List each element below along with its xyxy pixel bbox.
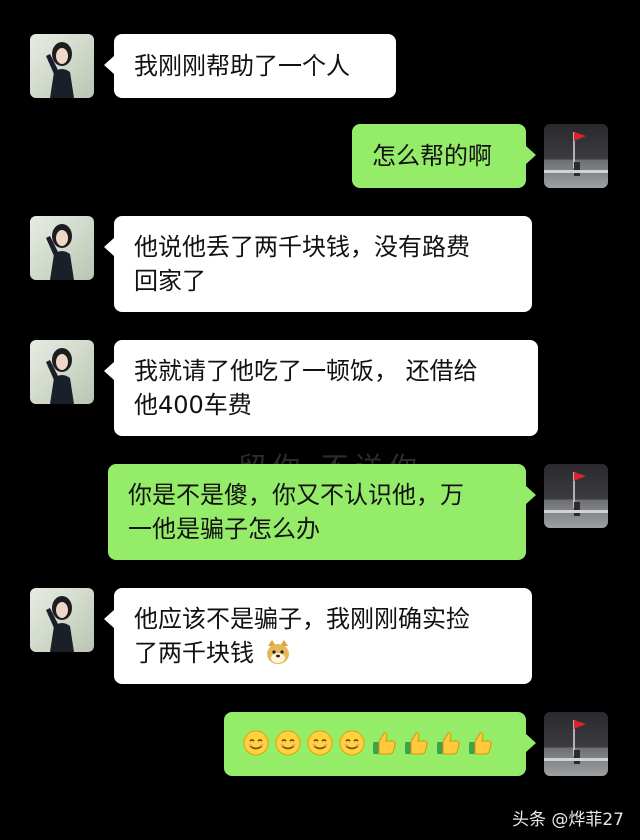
message-bubble-incoming[interactable]: 他应该不是骗子，我刚刚确实捡 了两千块钱 <box>104 588 532 684</box>
person-avatar-icon <box>46 348 74 404</box>
self-avatar[interactable] <box>544 464 608 528</box>
message-text: 你是不是傻，你又不认识他，万 一他是骗子怎么办 <box>128 481 464 543</box>
message-text: 他应该不是骗子，我刚刚确实捡 了两千块钱 <box>134 605 470 667</box>
thumbs-up-emoji-icon <box>437 732 460 755</box>
smile-emoji-icon <box>307 730 333 756</box>
message-bubble-outgoing[interactable]: 怎么帮的啊 <box>352 124 536 188</box>
message-bubble-incoming[interactable]: 我就请了他吃了一顿饭， 还借给 他400车费 <box>104 340 538 436</box>
thumbs-up-emoji-icon <box>405 732 428 755</box>
message-bubble-outgoing[interactable]: 你是不是傻，你又不认识他，万 一他是骗子怎么办 <box>108 464 536 560</box>
message-bubble-incoming[interactable]: 他说他丢了两千块钱，没有路费 回家了 <box>104 216 532 312</box>
person-avatar-icon <box>46 596 74 652</box>
smile-emoji-icon <box>275 730 301 756</box>
message-text: 怎么帮的啊 <box>372 142 492 170</box>
smile-emoji-icon <box>243 730 269 756</box>
person-avatar-icon <box>46 224 74 280</box>
message-text: 他说他丢了两千块钱，没有路费 回家了 <box>134 233 470 295</box>
contact-avatar[interactable] <box>30 588 94 652</box>
emoji-row <box>242 729 508 757</box>
contact-avatar[interactable] <box>30 216 94 280</box>
watermark: 头条 @烨菲27 <box>511 810 624 830</box>
message-text: 我刚刚帮助了一个人 <box>134 52 350 80</box>
contact-avatar[interactable] <box>30 34 94 98</box>
flag-avatar-icon <box>544 472 608 516</box>
message-text: 我就请了他吃了一顿饭， 还借给 他400车费 <box>134 357 478 419</box>
message-bubble-outgoing[interactable] <box>224 712 536 776</box>
doge-emoji-icon <box>267 640 289 664</box>
thumbs-up-emoji-icon <box>469 732 492 755</box>
flag-avatar-icon <box>544 720 608 764</box>
person-avatar-icon <box>46 42 74 98</box>
self-avatar[interactable] <box>544 712 608 776</box>
thumbs-up-emoji-icon <box>373 732 396 755</box>
self-avatar[interactable] <box>544 124 608 188</box>
flag-avatar-icon <box>544 132 608 176</box>
message-bubble-incoming[interactable]: 我刚刚帮助了一个人 <box>104 34 396 98</box>
contact-avatar[interactable] <box>30 340 94 404</box>
smile-emoji-icon <box>339 730 365 756</box>
